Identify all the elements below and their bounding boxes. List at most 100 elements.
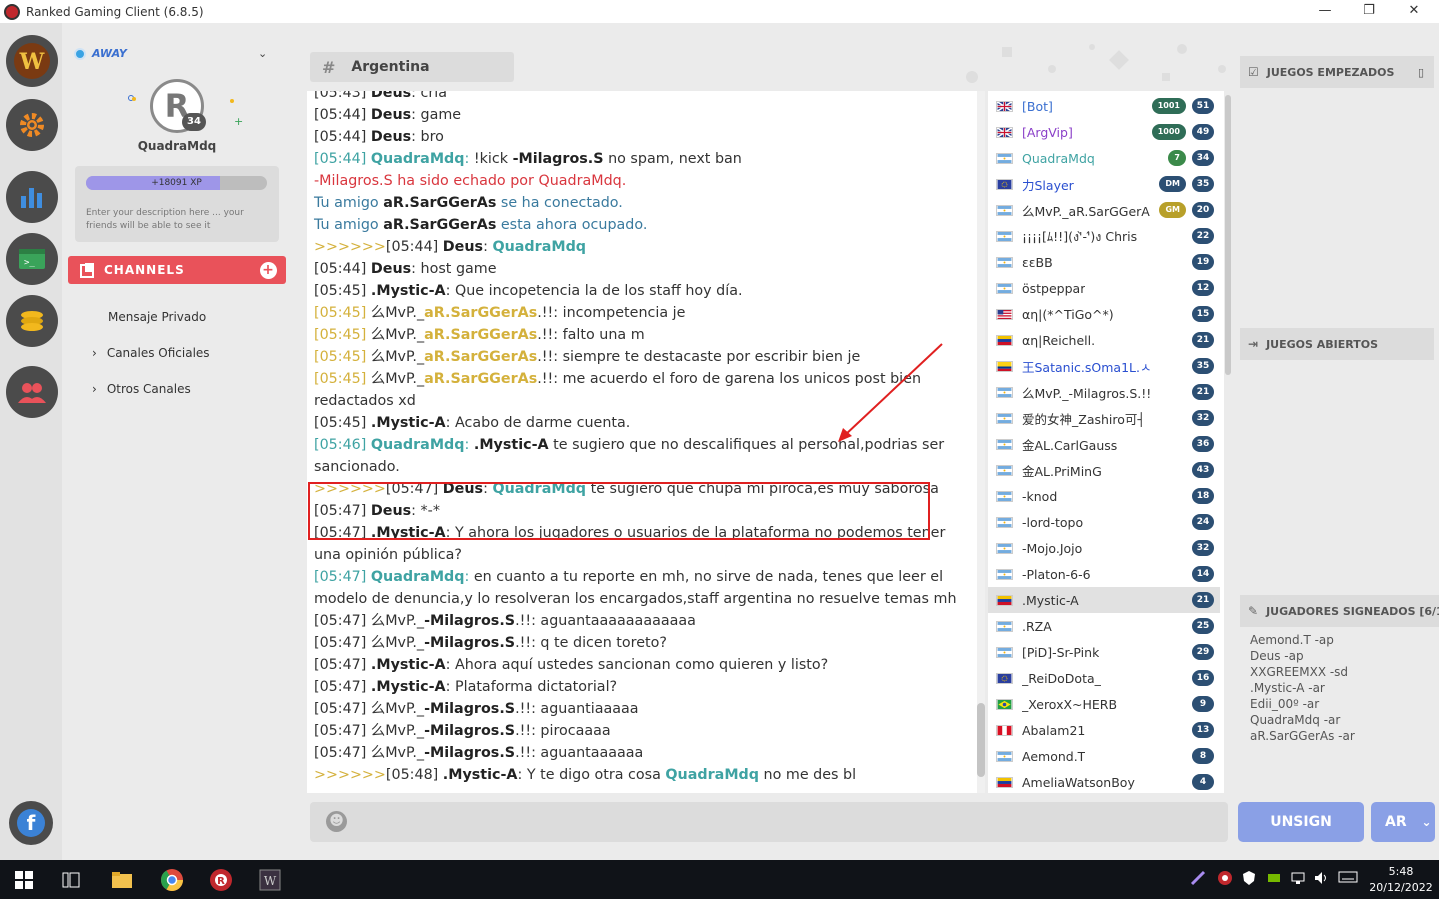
coins-icon[interactable] [6,295,58,347]
nav-mensaje-privado[interactable]: Mensaje Privado [108,310,206,324]
message-username[interactable]: Deus [371,129,411,145]
message-username[interactable]: Deus [371,91,411,101]
message-username[interactable]: -Milagros.S [424,745,515,761]
keyboard-icon[interactable] [1338,870,1358,887]
message-username[interactable]: -Milagros.S [513,151,604,167]
add-channel-button[interactable]: + [260,262,277,279]
message-username[interactable]: QuadraMdq [371,569,465,585]
user-row[interactable]: [PiD]-Sr-Pink 29 [988,639,1220,665]
network-icon[interactable] [1290,870,1306,889]
warcraft-icon[interactable]: W [6,35,58,87]
user-row[interactable]: 么MvP._-Milagros.S.!! 21 [988,379,1220,405]
message-username[interactable]: aR.SarGGerAs [383,217,496,233]
nav-otros-canales[interactable]: › Otros Canales [92,382,191,396]
unsign-button[interactable]: UNSIGN [1238,802,1364,842]
user-row[interactable]: ɛɛBB 19 [988,249,1220,275]
message-username[interactable]: QuadraMdq [371,437,465,453]
message-username[interactable]: -Milagros.S [424,723,515,739]
user-row[interactable]: -Mojo.Jojo 32 [988,535,1220,561]
minimize-button[interactable]: — [1302,0,1348,23]
user-row[interactable]: αη|Reichell. 21 [988,327,1220,353]
message-username[interactable]: Deus [371,107,411,123]
user-row[interactable]: .RZA 25 [988,613,1220,639]
message-username[interactable]: -Milagros.S [424,701,515,717]
maximize-button[interactable]: ❐ [1346,0,1392,23]
user-row[interactable]: [Bot] 1001 51 [988,93,1220,119]
message-username[interactable]: .Mystic-A [443,767,518,783]
warcraft-taskbar-icon[interactable]: W [254,864,286,896]
user-list[interactable]: [Bot] 1001 51 [ArgVip] 1000 49 QuadraMdq 7 34 力Sl… [988,91,1224,793]
file-explorer-icon[interactable] [106,864,138,896]
user-row[interactable]: Abalam21 13 [988,717,1220,743]
message-username[interactable]: QuadraMdq [371,151,465,167]
message-username[interactable]: QuadraMdq [665,767,759,783]
console-icon[interactable]: >_ [6,233,58,285]
region-select[interactable]: AR ⌄ [1371,802,1435,842]
status-selector[interactable]: AWAY [74,47,127,60]
userlist-scrollbar[interactable] [1224,91,1232,793]
chat-scroll-thumb[interactable] [977,703,985,777]
message-username[interactable]: Deus [443,239,483,255]
message-input[interactable]: ☻ [310,802,1228,842]
userlist-scroll-thumb[interactable] [1225,95,1231,375]
facebook-icon[interactable]: f [9,801,53,845]
chrome-icon[interactable] [156,864,188,896]
stats-chart-icon[interactable] [6,171,58,223]
emoji-icon[interactable]: ☻ [326,811,347,832]
description-field[interactable]: Enter your description here ... your fri… [86,207,271,233]
message-username[interactable]: aR.SarGGerAs [424,349,537,365]
user-row[interactable]: _ReiDoDota_ 16 [988,665,1220,691]
channels-header[interactable]: CHANNELS + [68,256,286,284]
message-username[interactable]: QuadraMdq [492,239,586,255]
ranked-gaming-client-icon[interactable]: R [205,864,237,896]
user-row[interactable]: AmeliaWatsonBoy 4 [988,769,1220,793]
juegos-abiertos-header[interactable]: ⇥ JUEGOS ABIERTOS [1240,328,1434,360]
user-row[interactable]: 金AL.PriMinG 43 [988,457,1220,483]
user-row[interactable]: QuadraMdq 7 34 [988,145,1220,171]
user-row[interactable]: -knod 18 [988,483,1220,509]
message-username[interactable]: -Milagros.S [424,635,515,651]
user-row[interactable]: αη|(*^TiGo^*) 15 [988,301,1220,327]
message-username[interactable]: .Mystic-A [474,437,549,453]
user-row[interactable]: östpeppar 12 [988,275,1220,301]
user-row[interactable]: 么MvP._aR.SarGGerA GM 20 [988,197,1220,223]
user-row[interactable]: -lord-topo 24 [988,509,1220,535]
user-row[interactable]: 力Slayer DM 35 [988,171,1220,197]
user-row[interactable]: -Platon-6-6 14 [988,561,1220,587]
user-row[interactable]: .Mystic-A 21 [988,587,1220,613]
user-row[interactable]: [ArgVip] 1000 49 [988,119,1220,145]
friends-icon[interactable] [6,366,58,418]
message-username[interactable]: .Mystic-A [371,657,446,673]
user-row[interactable]: 王Satanic.sOma1L.ㅅ 35 [988,353,1220,379]
message-username[interactable]: .Mystic-A [371,679,446,695]
pen-icon[interactable] [1190,870,1206,889]
jugadores-signeados-header[interactable]: ✎ JUGADORES SIGNEADOS [6/1 [1240,595,1439,627]
message-username[interactable]: aR.SarGGerAs [424,371,537,387]
volume-icon[interactable] [1313,870,1329,889]
toggle-icon[interactable]: ▯ [1418,66,1424,79]
tab-argentina[interactable]: # Argentina [310,52,514,82]
juegos-empezados-header[interactable]: ☑ JUEGOS EMPEZADOS ▯ [1240,56,1434,88]
message-username[interactable]: aR.SarGGerAs [424,305,537,321]
nvidia-icon[interactable] [1266,870,1282,889]
user-row[interactable]: 爱的女神_Zashiro可┤ 32 [988,405,1220,431]
message-username[interactable]: .Mystic-A [371,283,446,299]
windows-start-icon[interactable] [8,864,40,896]
user-row[interactable]: _XeroxX~HERB 9 [988,691,1220,717]
chevron-down-icon[interactable]: ⌄ [258,47,267,60]
message-username[interactable]: -Milagros.S [424,613,515,629]
chat-scrollbar[interactable] [977,91,985,793]
settings-gear-icon[interactable] [6,99,58,151]
shield-icon[interactable] [1241,870,1257,889]
message-username[interactable]: aR.SarGGerAs [424,327,537,343]
clock[interactable]: 5:48 20/12/2022 [1366,864,1436,896]
user-row[interactable]: Aemond.T 8 [988,743,1220,769]
user-row[interactable]: 金AL.CarlGauss 36 [988,431,1220,457]
user-row[interactable]: ¡¡¡¡[ﾑ!!](ง'̀-'́)ง Chris 22 [988,223,1220,249]
close-button[interactable]: ✕ [1391,0,1437,23]
ranked-tray-icon[interactable] [1217,870,1233,889]
nav-canales-oficiales[interactable]: › Canales Oficiales [92,346,210,360]
message-username[interactable]: .Mystic-A [371,415,446,431]
message-username[interactable]: aR.SarGGerAs [383,195,496,211]
message-username[interactable]: Deus [371,261,411,277]
